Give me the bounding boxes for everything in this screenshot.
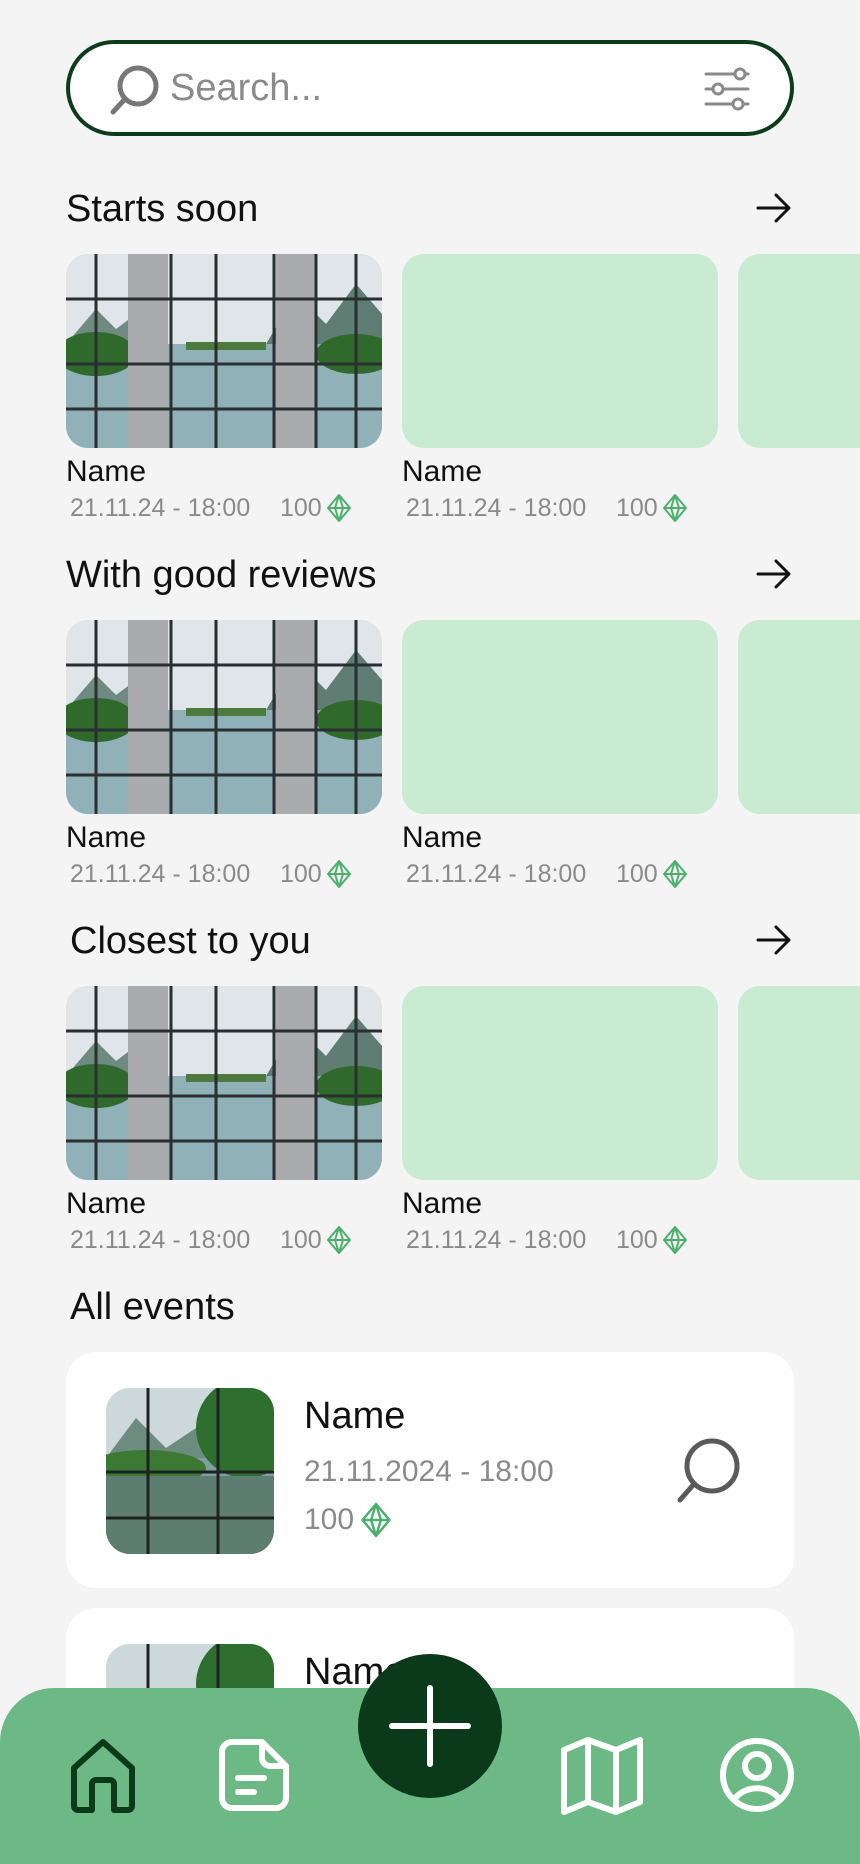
event-price: 100 (304, 1500, 392, 1540)
search-input[interactable] (170, 64, 650, 112)
profile-icon[interactable] (718, 1736, 796, 1814)
event-image-placeholder (738, 254, 860, 448)
event-card[interactable]: Name 21.11.24 - 18:00 100 (402, 254, 718, 524)
event-image-placeholder (402, 254, 718, 448)
event-price: 100 (616, 1222, 688, 1256)
diamond-icon (326, 860, 351, 888)
event-price: 100 (280, 490, 352, 524)
search-bar[interactable] (66, 40, 794, 136)
event-name: Name (66, 821, 147, 854)
event-date: 21.11.24 - 18:00 (70, 1226, 251, 1254)
event-name: Name (304, 1395, 406, 1437)
section-title: Closest to you (70, 920, 311, 962)
event-price: 100 (280, 856, 352, 890)
event-price: 100 (616, 856, 688, 890)
diamond-icon (326, 494, 351, 522)
search-icon[interactable] (674, 1436, 740, 1506)
event-row-closest: Name 21.11.24 - 18:00 100 Name 21.11.24 … (66, 986, 860, 1256)
filter-icon[interactable] (704, 66, 750, 112)
search-icon (110, 65, 159, 115)
event-card[interactable]: Name 21.11.24 - 18:00 100 (66, 986, 382, 1256)
event-name: Name (402, 455, 483, 488)
diamond-icon (326, 1226, 351, 1254)
add-button[interactable] (358, 1654, 502, 1798)
diamond-icon (662, 860, 687, 888)
diamond-icon (662, 1226, 687, 1254)
diamond-icon (662, 494, 687, 522)
event-name: Name (66, 455, 147, 488)
section-header-starts-soon: Starts soon (66, 184, 794, 234)
event-card[interactable]: Name 21.11.24 - 18:00 100 (66, 620, 382, 890)
event-price: 100 (280, 1222, 352, 1256)
event-card[interactable] (738, 254, 860, 448)
notes-icon[interactable] (216, 1736, 292, 1814)
event-image (106, 1388, 274, 1554)
event-list-item[interactable]: Name 21.11.2024 - 18:00 100 (66, 1352, 794, 1588)
section-header-closest: Closest to you (66, 916, 794, 966)
event-price: 100 (616, 490, 688, 524)
event-row-starts-soon: Name 21.11.24 - 18:00 100 Name 21.11.24 … (66, 254, 860, 524)
event-date: 21.11.24 - 18:00 (70, 860, 251, 888)
arrow-right-icon[interactable] (754, 188, 794, 228)
event-date: 21.11.24 - 18:00 (406, 494, 587, 522)
event-card[interactable]: Name 21.11.24 - 18:00 100 (402, 986, 718, 1256)
home-icon[interactable] (68, 1736, 138, 1814)
add-icon (389, 1685, 471, 1767)
event-image-placeholder (738, 620, 860, 814)
event-image-placeholder (402, 986, 718, 1180)
all-events-title: All events (70, 1286, 235, 1328)
event-date: 21.11.24 - 18:00 (406, 1226, 587, 1254)
event-card[interactable]: Name 21.11.24 - 18:00 100 (66, 254, 382, 524)
map-icon[interactable] (558, 1736, 646, 1816)
event-row-good-reviews: Name 21.11.24 - 18:00 100 Name 21.11.24 … (66, 620, 860, 890)
event-date: 21.11.24 - 18:00 (406, 860, 587, 888)
diamond-icon (361, 1502, 391, 1538)
event-image-placeholder (402, 620, 718, 814)
event-image-placeholder (738, 986, 860, 1180)
section-title: Starts soon (66, 188, 259, 230)
event-image (66, 254, 382, 448)
event-image (66, 986, 382, 1180)
event-card[interactable]: Name 21.11.24 - 18:00 100 (402, 620, 718, 890)
event-date: 21.11.2024 - 18:00 (304, 1455, 554, 1488)
event-card[interactable] (738, 620, 860, 814)
section-header-good-reviews: With good reviews (66, 550, 794, 600)
event-card[interactable] (738, 986, 860, 1180)
arrow-right-icon[interactable] (754, 920, 794, 960)
event-date: 21.11.24 - 18:00 (70, 494, 251, 522)
arrow-right-icon[interactable] (754, 554, 794, 594)
event-name: Name (402, 1187, 483, 1220)
event-name: Name (66, 1187, 147, 1220)
event-name: Name (402, 821, 483, 854)
event-image (66, 620, 382, 814)
section-title: With good reviews (66, 554, 377, 596)
